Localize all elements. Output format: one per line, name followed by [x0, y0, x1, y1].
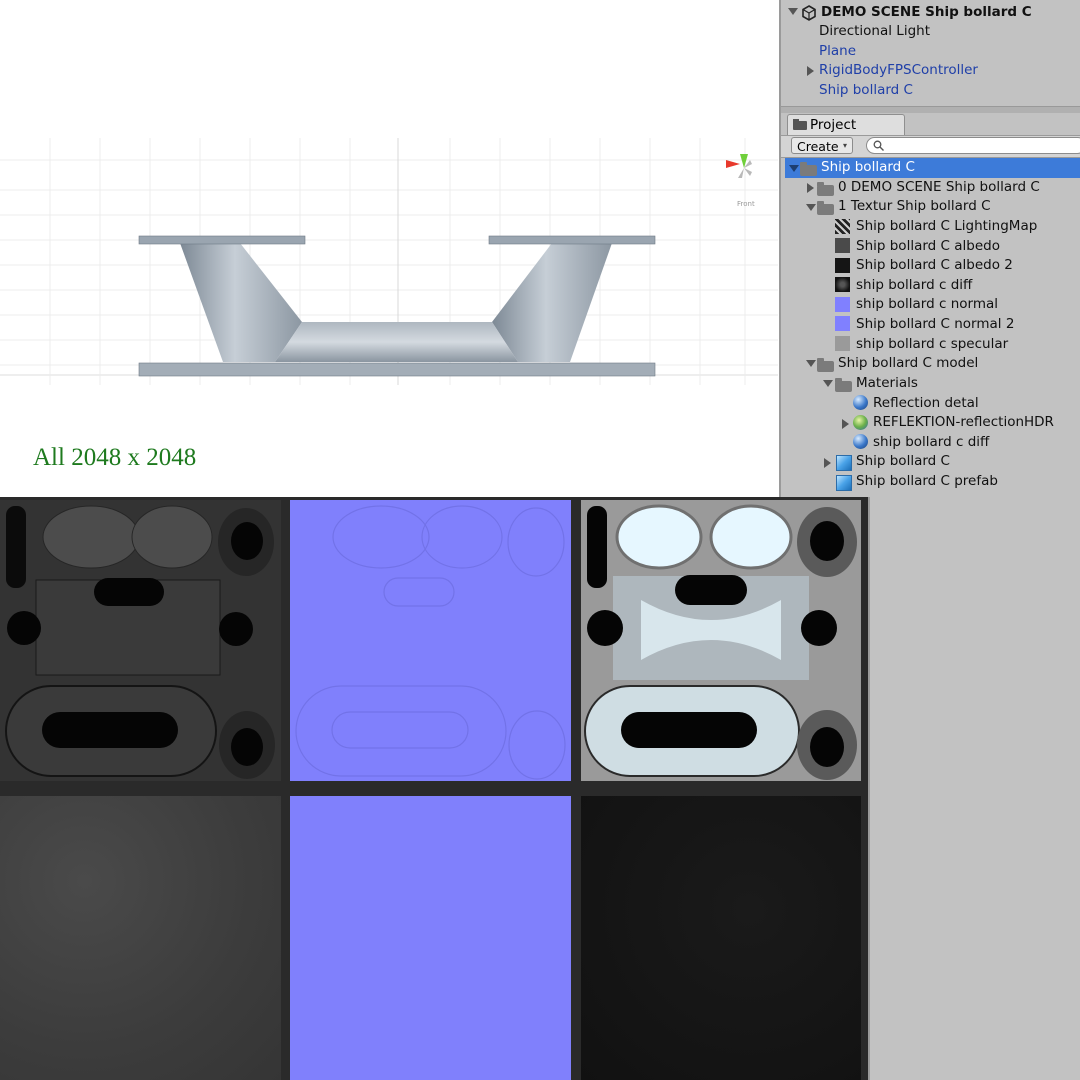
tree-item-model-folder[interactable]: Ship bollard C model	[838, 354, 978, 373]
tree-toggle-icon[interactable]	[807, 183, 814, 193]
prefab-cube-icon	[836, 475, 852, 491]
albedo-tiling-texture	[0, 796, 281, 1080]
tree-toggle-icon[interactable]	[824, 458, 831, 468]
search-icon	[873, 140, 884, 151]
texture-specular-icon	[835, 336, 850, 351]
dropdown-arrow-icon: ▾	[843, 141, 848, 150]
texture-diff-icon	[835, 277, 850, 292]
specular-uv-texture	[581, 500, 861, 781]
material-sphere-icon	[853, 434, 868, 449]
gizmo-label: Front	[737, 200, 755, 208]
texture-normal-icon	[835, 297, 850, 312]
albedo-uv-texture	[0, 500, 281, 781]
tree-toggle-icon[interactable]	[806, 204, 816, 211]
texture-albedo-icon	[835, 238, 850, 253]
hierarchy-item-plane[interactable]: Plane	[819, 42, 856, 61]
tree-item-demo-scene-folder[interactable]: 0 DEMO SCENE Ship bollard C	[838, 178, 1040, 197]
create-button[interactable]: Create ▾	[791, 137, 853, 154]
tree-toggle-icon[interactable]	[842, 419, 849, 429]
tree-item-ship-bollard-folder[interactable]: Ship bollard C	[821, 158, 915, 177]
normal-tiling-texture	[290, 796, 571, 1080]
tree-toggle-icon[interactable]	[806, 360, 816, 367]
editor-panel-lower	[868, 497, 1080, 1080]
tree-item-diff-material[interactable]: ship bollard c diff	[873, 433, 989, 452]
bollard-model	[138, 235, 656, 377]
tree-item-lightingmap[interactable]: Ship bollard C LightingMap	[856, 217, 1037, 236]
resolution-caption: All 2048 x 2048	[33, 444, 197, 471]
folder-icon	[835, 376, 852, 392]
tree-item-prefab[interactable]: Ship bollard C prefab	[856, 472, 998, 491]
hierarchy-root[interactable]: DEMO SCENE Ship bollard C	[821, 3, 1032, 22]
tree-item-textur-folder[interactable]: 1 Textur Ship bollard C	[838, 197, 991, 216]
panel-divider	[781, 106, 1080, 113]
hierarchy-item-ship-bollard[interactable]: Ship bollard C	[819, 81, 913, 100]
texture-normal-2-icon	[835, 316, 850, 331]
folder-icon	[817, 180, 834, 196]
hierarchy-item-fps-controller[interactable]: RigidBodyFPSController	[819, 61, 978, 80]
tree-toggle-icon[interactable]	[823, 380, 833, 387]
dark-tiling-texture	[581, 796, 861, 1080]
tree-item-reflection-hdr[interactable]: REFLEKTION-reflectionHDR	[873, 413, 1054, 432]
unity-scene-icon	[802, 5, 816, 21]
tab-project-label: Project	[810, 117, 857, 133]
search-input[interactable]	[866, 137, 1080, 154]
scene-viewport[interactable]: Front All 2048 x 2048	[0, 0, 778, 497]
texture-preview-grid	[0, 497, 868, 1080]
folder-icon	[817, 356, 834, 372]
folder-icon	[817, 199, 834, 215]
material-hdr-icon	[853, 415, 868, 430]
texture-lightingmap-icon	[835, 219, 850, 234]
tree-item-model[interactable]: Ship bollard C	[856, 452, 950, 471]
orientation-gizmo[interactable]: Front	[724, 148, 764, 208]
scene-grid	[0, 138, 778, 385]
tab-project[interactable]: Project	[787, 114, 905, 136]
folder-icon	[800, 160, 817, 176]
create-button-label: Create	[797, 139, 839, 154]
texture-albedo-2-icon	[835, 258, 850, 273]
tree-item-specular[interactable]: ship bollard c specular	[856, 335, 1008, 354]
model-cube-icon	[836, 455, 852, 471]
hierarchy-root-toggle-icon[interactable]	[788, 8, 798, 15]
expand-arrow-icon[interactable]	[807, 66, 814, 76]
tree-item-albedo-2[interactable]: Ship bollard C albedo 2	[856, 256, 1013, 275]
hierarchy-item-directional-light[interactable]: Directional Light	[819, 22, 930, 41]
tree-item-albedo[interactable]: Ship bollard C albedo	[856, 237, 1000, 256]
tree-item-materials-folder[interactable]: Materials	[856, 374, 918, 393]
normal-uv-texture	[290, 500, 571, 781]
material-sphere-icon	[853, 395, 868, 410]
tree-toggle-icon[interactable]	[789, 165, 799, 172]
tree-item-reflection-detal[interactable]: Reflection detal	[873, 394, 979, 413]
tree-item-normal-2[interactable]: Ship bollard C normal 2	[856, 315, 1014, 334]
tree-item-diff-texture[interactable]: ship bollard c diff	[856, 276, 972, 295]
tree-item-normal[interactable]: ship bollard c normal	[856, 295, 998, 314]
project-folder-icon	[793, 119, 807, 130]
